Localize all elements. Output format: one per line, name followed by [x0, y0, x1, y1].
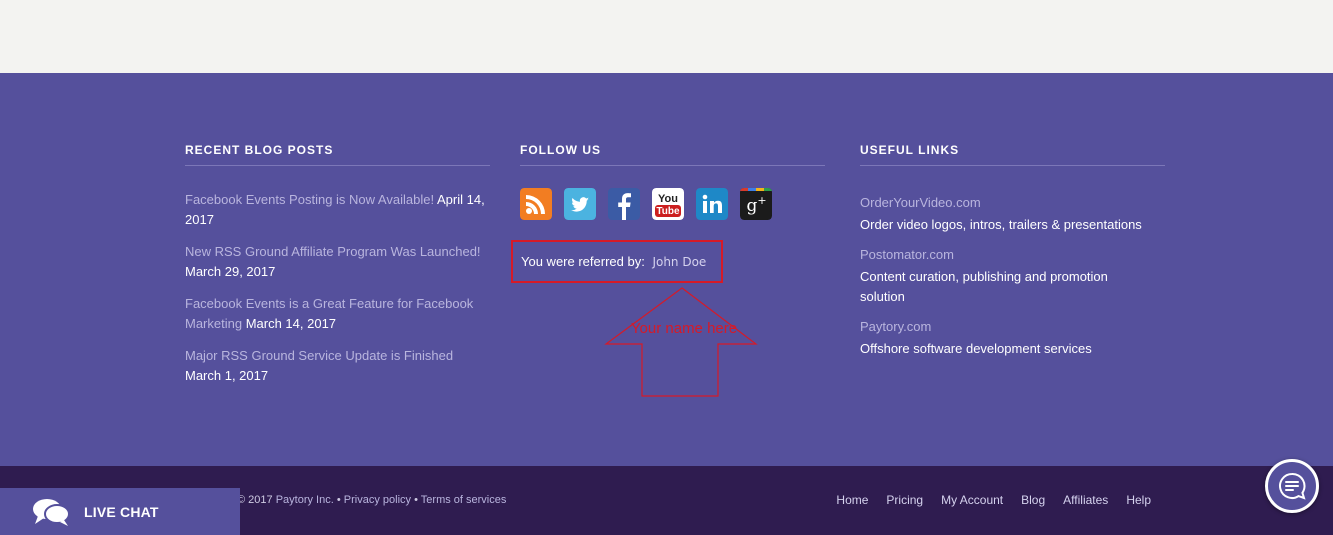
useful-link-item: OrderYourVideo.com Order video logos, in…	[860, 193, 1165, 235]
blog-post-list: Facebook Events Posting is Now Available…	[185, 190, 490, 386]
footer-main: RECENT BLOG POSTS Facebook Events Postin…	[0, 73, 1333, 466]
chat-bubbles-icon	[32, 497, 70, 527]
blog-post-date: March 14, 2017	[245, 316, 337, 331]
svg-text:+: +	[757, 194, 766, 207]
blog-post-item: Facebook Events is a Great Feature for F…	[185, 294, 490, 334]
useful-link-site[interactable]: Paytory.com	[860, 317, 1165, 337]
copyright-year: © 2017	[237, 494, 273, 506]
nav-home[interactable]: Home	[836, 493, 868, 507]
arrow-shape	[604, 287, 758, 397]
nav-affiliates[interactable]: Affiliates	[1063, 493, 1108, 507]
company-link[interactable]: Paytory Inc.	[276, 494, 334, 506]
chat-icon	[1279, 472, 1306, 500]
follow-us-title: FOLLOW US	[520, 143, 825, 166]
nav-help[interactable]: Help	[1126, 493, 1151, 507]
referral-label: You were referred by:	[521, 254, 645, 269]
useful-link-desc: Offshore software development services	[860, 341, 1092, 356]
blog-post-link[interactable]: Facebook Events Posting is Now Available…	[185, 192, 434, 207]
useful-link-desc: Content curation, publishing and promoti…	[860, 269, 1108, 304]
bottom-nav: Home Pricing My Account Blog Affiliates …	[836, 493, 1151, 507]
nav-my-account[interactable]: My Account	[941, 493, 1003, 507]
svg-text:Tube: Tube	[656, 206, 680, 217]
twitter-icon[interactable]	[564, 188, 596, 220]
annotation-text: Your name here	[630, 320, 738, 337]
separator: •	[336, 494, 341, 506]
copyright: © 2017 Paytory Inc. • Privacy policy • T…	[237, 494, 506, 506]
separator: •	[414, 494, 418, 506]
referral-box: You were referred by: John Doe	[511, 240, 723, 283]
referral-name: John Doe	[652, 255, 707, 269]
recent-posts-title: RECENT BLOG POSTS	[185, 143, 490, 166]
blog-post-item: Major RSS Ground Service Update is Finis…	[185, 346, 490, 386]
useful-link-desc: Order video logos, intros, trailers & pr…	[860, 217, 1142, 232]
useful-link-site[interactable]: Postomator.com	[860, 245, 1165, 265]
blog-post-date: March 29, 2017	[185, 264, 276, 279]
blog-post-link[interactable]: Major RSS Ground Service Update is Finis…	[185, 348, 453, 363]
useful-link-item: Paytory.com Offshore software developmen…	[860, 317, 1165, 359]
linkedin-icon[interactable]	[696, 188, 728, 220]
annotation-arrow: Your name here	[604, 286, 760, 398]
useful-link-site[interactable]: OrderYourVideo.com	[860, 193, 1165, 213]
recent-posts-column: RECENT BLOG POSTS Facebook Events Postin…	[185, 143, 490, 398]
nav-pricing[interactable]: Pricing	[886, 493, 923, 507]
nav-blog[interactable]: Blog	[1021, 493, 1045, 507]
page-content-area	[0, 0, 1333, 73]
blog-post-date: March 1, 2017	[185, 368, 269, 383]
live-chat-label: LIVE CHAT	[84, 503, 159, 520]
useful-link-item: Postomator.com Content curation, publish…	[860, 245, 1165, 307]
live-chat-button[interactable]: LIVE CHAT	[0, 488, 240, 535]
svg-text:g: g	[747, 196, 758, 216]
svg-text:You: You	[658, 193, 678, 205]
facebook-icon[interactable]	[608, 188, 640, 220]
blog-post-item: New RSS Ground Affiliate Program Was Lau…	[185, 242, 490, 282]
useful-links-list: OrderYourVideo.com Order video logos, in…	[860, 193, 1165, 359]
google-plus-icon[interactable]: g +	[740, 188, 772, 220]
privacy-policy-link[interactable]: Privacy policy	[344, 494, 411, 506]
chat-widget-button[interactable]	[1265, 459, 1319, 513]
blog-post-item: Facebook Events Posting is Now Available…	[185, 190, 490, 230]
blog-post-link[interactable]: New RSS Ground Affiliate Program Was Lau…	[185, 244, 481, 259]
follow-us-column: FOLLOW US You Tube g + You were referred b…	[511, 143, 825, 397]
youtube-icon[interactable]: You Tube	[652, 188, 684, 220]
rss-icon[interactable]	[520, 188, 552, 220]
terms-link[interactable]: Terms of services	[421, 494, 507, 506]
useful-links-column: USEFUL LINKS OrderYourVideo.com Order vi…	[860, 143, 1165, 369]
useful-links-title: USEFUL LINKS	[860, 143, 1165, 166]
